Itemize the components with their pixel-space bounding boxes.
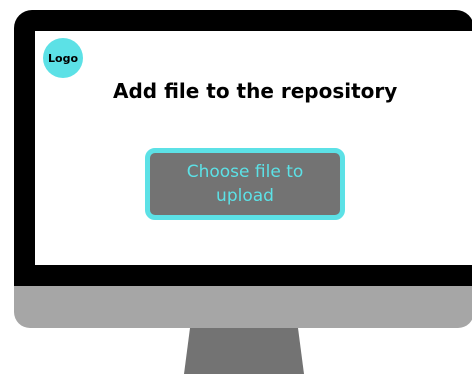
choose-file-button[interactable]: Choose file to upload bbox=[145, 148, 345, 220]
monitor-chin bbox=[14, 286, 472, 328]
monitor-stand bbox=[184, 328, 304, 374]
choose-file-button-label: Choose file to upload bbox=[186, 162, 304, 206]
page-title: Add file to the repository bbox=[113, 79, 398, 103]
logo: Logo bbox=[43, 38, 83, 78]
monitor-stand-neck bbox=[184, 328, 304, 374]
logo-label: Logo bbox=[48, 51, 78, 65]
monitor-screen: Logo Add file to the repository Choose f… bbox=[35, 31, 472, 265]
monitor-illustration: Logo Add file to the repository Choose f… bbox=[0, 0, 472, 374]
